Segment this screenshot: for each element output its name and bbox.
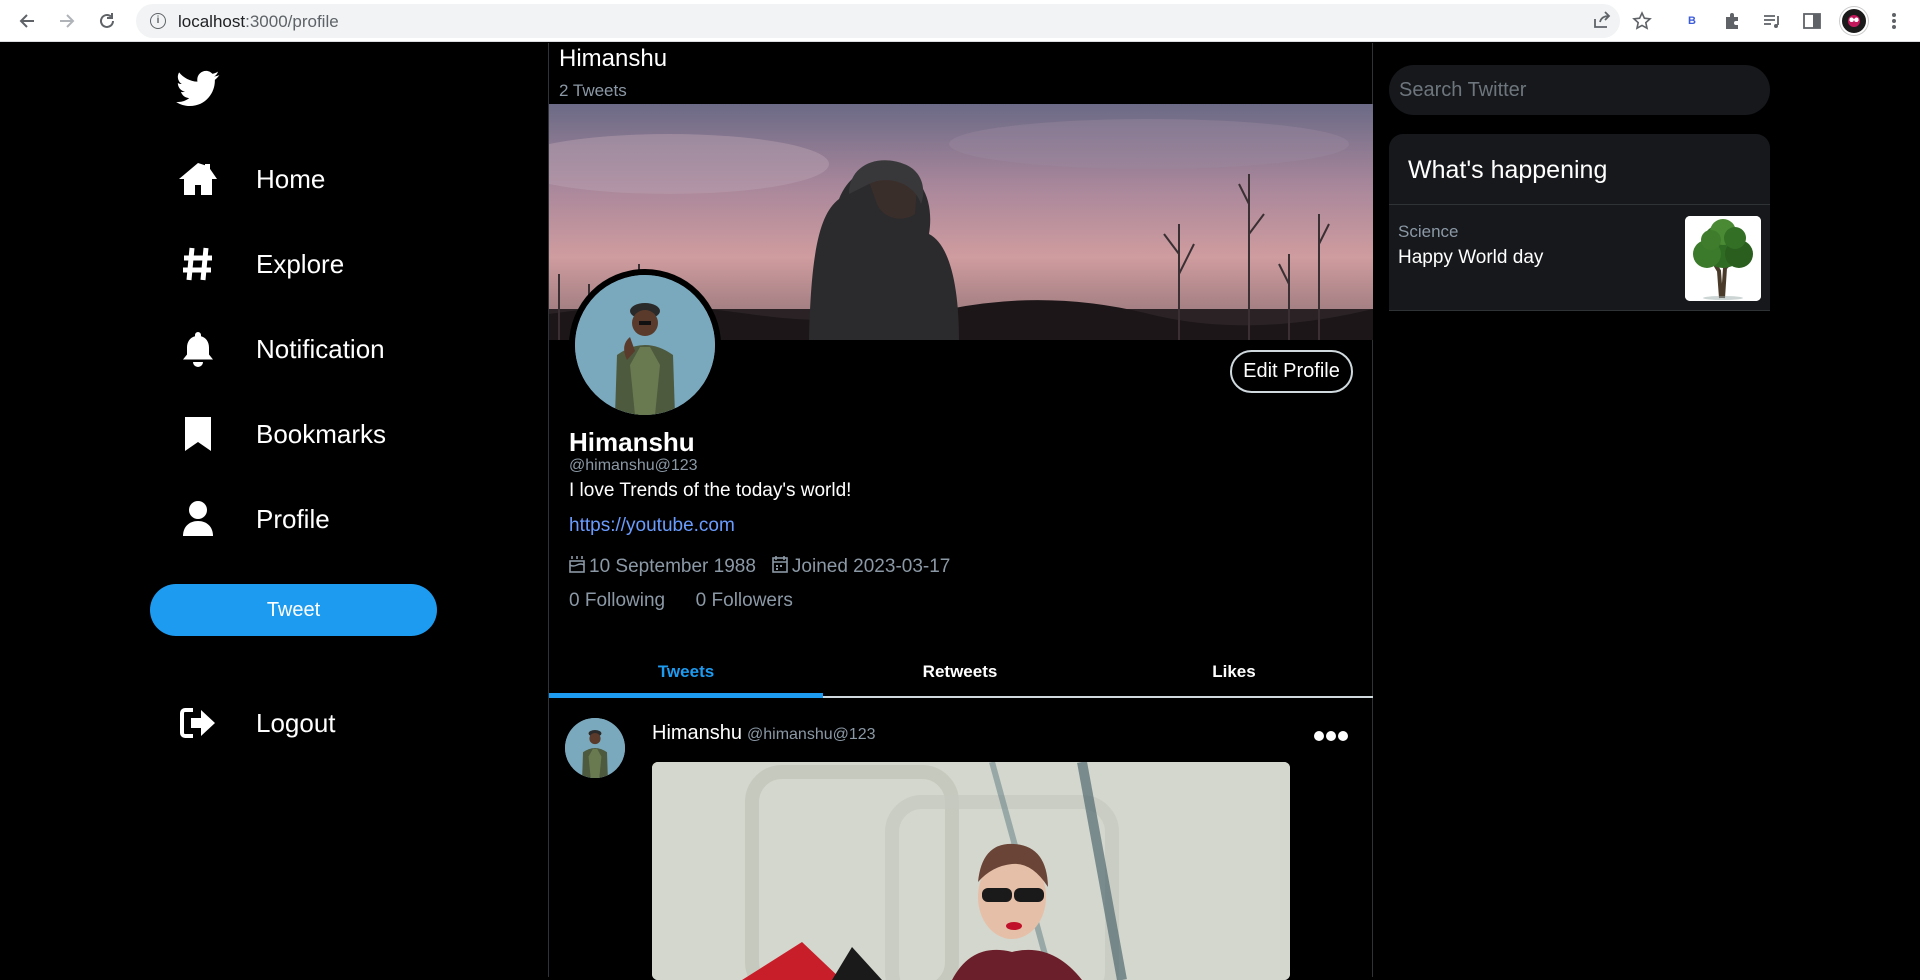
reload-icon[interactable] bbox=[96, 10, 118, 32]
trends-panel: What's happening Science Happy World day bbox=[1389, 134, 1770, 311]
profile-bio: I love Trends of the today's world! bbox=[569, 480, 852, 501]
profile-birthday: 10 September 1988 bbox=[589, 556, 756, 577]
header-name: Himanshu bbox=[559, 45, 668, 72]
tab-retweets[interactable]: Retweets bbox=[823, 648, 1097, 696]
sidebar-item-label: Home bbox=[256, 163, 326, 194]
followers-count[interactable]: 0 Followers bbox=[696, 590, 793, 611]
more-dots-icon[interactable] bbox=[1313, 716, 1349, 750]
tweet-author-avatar[interactable] bbox=[565, 718, 625, 778]
hashtag-icon bbox=[176, 244, 220, 284]
back-icon[interactable] bbox=[16, 10, 38, 32]
extension-b-icon[interactable]: B bbox=[1680, 9, 1704, 33]
browser-menu-icon[interactable] bbox=[1882, 9, 1906, 33]
edit-profile-button[interactable]: Edit Profile bbox=[1230, 350, 1353, 393]
reading-list-icon[interactable] bbox=[1760, 9, 1784, 33]
sidebar-item-logout[interactable]: Logout bbox=[176, 701, 336, 745]
profile-website-link[interactable]: https://youtube.com bbox=[569, 515, 735, 537]
sidebar-item-label: Notification bbox=[256, 333, 385, 364]
bookmark-star-icon[interactable] bbox=[1630, 9, 1654, 33]
divider bbox=[1389, 204, 1770, 205]
bookmark-icon bbox=[176, 414, 220, 454]
trend-tree-image[interactable] bbox=[1685, 216, 1761, 301]
browser-toolbar: i localhost:3000/profile B bbox=[0, 0, 1920, 42]
profile-follow-counts: 0 Following 0 Followers bbox=[569, 590, 793, 612]
trend-title[interactable]: Happy World day bbox=[1398, 247, 1543, 269]
sidebar-item-label: Logout bbox=[256, 707, 336, 738]
header-tweet-count: 2 Tweets bbox=[559, 81, 627, 100]
sidebar-item-label: Profile bbox=[256, 503, 330, 534]
sidebar-item-label: Bookmarks bbox=[256, 418, 387, 449]
sidebar-item-explore[interactable]: Explore bbox=[176, 242, 344, 286]
sidebar-item-home[interactable]: Home bbox=[176, 157, 325, 201]
trends-title: What's happening bbox=[1408, 156, 1608, 184]
twitter-app: Home Explore Notification Bookmarks Prof… bbox=[0, 43, 1920, 980]
sidebar-item-notification[interactable]: Notification bbox=[176, 327, 385, 371]
forward-icon[interactable] bbox=[56, 10, 78, 32]
sidebar-item-label: Explore bbox=[256, 248, 345, 279]
profile-tabs: Tweets Retweets Likes bbox=[549, 648, 1373, 698]
profile-column: Himanshu 2 Tweets Edit Profile Himanshu … bbox=[548, 43, 1373, 980]
user-icon bbox=[176, 499, 220, 539]
profile-handle: @himanshu@123 bbox=[569, 457, 698, 474]
birthday-cake-icon bbox=[569, 555, 585, 579]
address-bar[interactable]: i localhost:3000/profile bbox=[136, 4, 1620, 38]
sidebar-item-bookmarks[interactable]: Bookmarks bbox=[176, 412, 386, 456]
profile-meta: 10 September 1988 Joined 2023-03-17 bbox=[569, 555, 950, 579]
home-icon bbox=[176, 159, 220, 199]
tweet-post[interactable]: Himanshu @himanshu@123 bbox=[549, 700, 1373, 980]
tweet-author-name[interactable]: Himanshu bbox=[652, 722, 742, 745]
site-info-icon[interactable]: i bbox=[150, 13, 166, 29]
tweet-image[interactable] bbox=[652, 762, 1290, 980]
profile-avatar[interactable] bbox=[569, 269, 721, 421]
tweet-author-handle: @himanshu@123 bbox=[747, 726, 876, 743]
trend-category: Science bbox=[1398, 222, 1459, 241]
sidebar-item-profile[interactable]: Profile bbox=[176, 497, 330, 541]
tab-tweets[interactable]: Tweets bbox=[549, 648, 823, 698]
url-text: localhost:3000/profile bbox=[178, 12, 339, 31]
share-icon[interactable] bbox=[1590, 8, 1614, 32]
calendar-icon bbox=[772, 555, 788, 579]
side-panel-icon[interactable] bbox=[1800, 9, 1824, 33]
following-count[interactable]: 0 Following bbox=[569, 590, 665, 611]
profile-name: Himanshu bbox=[569, 427, 695, 457]
twitter-logo-icon[interactable] bbox=[176, 69, 220, 109]
tab-likes[interactable]: Likes bbox=[1097, 648, 1371, 696]
search-input[interactable]: Search Twitter bbox=[1389, 65, 1770, 115]
extensions-puzzle-icon[interactable] bbox=[1720, 9, 1744, 33]
tweet-button[interactable]: Tweet bbox=[150, 584, 437, 636]
browser-profile-avatar[interactable] bbox=[1840, 7, 1868, 35]
profile-joined-date: Joined 2023-03-17 bbox=[791, 556, 951, 577]
bell-icon bbox=[176, 329, 220, 369]
logout-icon bbox=[176, 703, 220, 743]
